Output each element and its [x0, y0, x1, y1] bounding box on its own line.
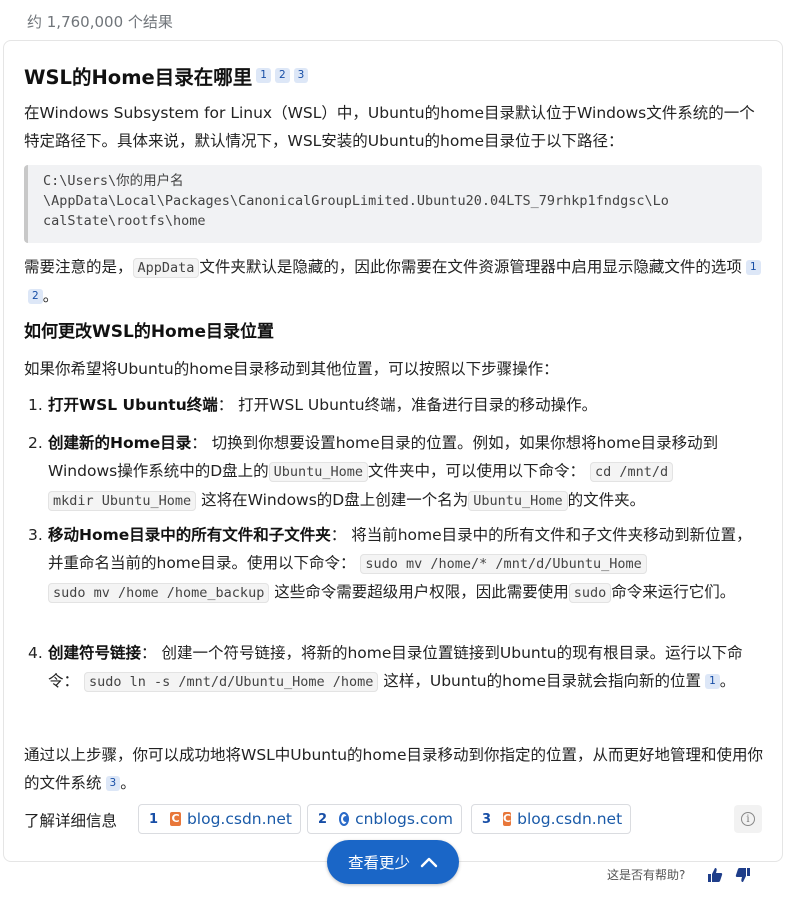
source-name: blog.csdn.net [186, 810, 292, 828]
step-title: 打开WSL Ubuntu终端 [48, 396, 218, 414]
hidden-folder-note: 需要注意的是， AppData 文件夹默认是隐藏的，因此你需要在文件资源管理器中启用… [24, 253, 769, 310]
step-text: 的文件夹。 [567, 491, 646, 509]
citation-badge[interactable]: 1 [256, 68, 271, 83]
step-text: ： 打开WSL Ubuntu终端，准备进行目录的移动操作。 [217, 396, 598, 414]
answer-title: WSL的Home目录在哪里 1 2 3 [24, 61, 309, 90]
citation-badge[interactable]: 2 [274, 68, 290, 83]
step-title: 创建新的Home目录 [48, 434, 192, 452]
csdn-favicon-icon: C [503, 812, 512, 826]
answer-title-text: WSL的Home目录在哪里 [24, 66, 253, 89]
source-number: 1 [149, 811, 159, 827]
step-item: 3. 移动Home目录中的所有文件和子文件夹： 将当前home目录中的所有文件和… [28, 521, 763, 607]
note-text: 。 [42, 287, 59, 305]
source-number: 2 [318, 811, 328, 827]
intro-paragraph: 在Windows Subsystem for Linux（WSL）中，Ubunt… [24, 104, 755, 150]
note-text: 文件夹默认是隐藏的，因此你需要在文件资源管理器中启用显示隐藏文件的选项 [199, 258, 742, 276]
step-text: 文件夹中，可以使用以下命令： [368, 462, 586, 480]
step-title: 创建符号链接 [48, 644, 142, 662]
thumbs-down-icon[interactable] [735, 867, 751, 883]
results-count: 约 1,760,000 个结果 [27, 13, 173, 31]
inline-code: AppData [132, 258, 200, 278]
step-text: 这将在Windows的D盘上创建一个名为 [201, 491, 469, 509]
show-less-label: 查看更少 [347, 854, 410, 872]
answer-card: WSL的Home目录在哪里 1 2 3 在Windows Subsystem f… [3, 40, 783, 862]
citation-badge[interactable]: 1 [705, 674, 720, 689]
inline-code: mkdir Ubuntu_Home [48, 491, 197, 511]
citation-badge[interactable]: 3 [293, 68, 309, 83]
source-link[interactable]: 1 C blog.csdn.net [138, 804, 301, 834]
step-number: 2. [28, 434, 43, 452]
info-button[interactable]: i [734, 805, 762, 833]
citation-badge[interactable]: 3 [105, 776, 121, 791]
step-text: 这样，Ubuntu的home目录就会指向新的位置 [383, 672, 702, 690]
step-item: 1. 打开WSL Ubuntu终端： 打开WSL Ubuntu终端，准备进行目录… [28, 391, 763, 419]
inline-code: sudo mv /home/* /mnt/d/Ubuntu_Home [360, 554, 647, 574]
source-name: cnblogs.com [355, 810, 453, 828]
csdn-favicon-icon: C [170, 812, 181, 826]
citation-badge[interactable]: 2 [28, 289, 43, 304]
step-text: 。 [719, 672, 736, 690]
cnblogs-favicon-icon [339, 812, 350, 826]
source-name: blog.csdn.net [517, 810, 623, 828]
step-number: 4. [28, 644, 43, 662]
inline-code: Ubuntu_Home [468, 491, 568, 511]
source-link[interactable]: 3 C blog.csdn.net [471, 804, 631, 834]
step-text: 这些命令需要超级用户权限，因此需要使用 [274, 583, 569, 601]
steps-intro: 如果你希望将Ubuntu的home目录移动到其他位置，可以按照以下步骤操作： [24, 360, 559, 378]
thumbs-up-icon[interactable] [707, 867, 723, 883]
outro-text: 。 [120, 774, 136, 792]
info-icon: i [741, 812, 755, 826]
section-title: 如何更改WSL的Home目录位置 [24, 322, 274, 342]
show-less-button[interactable]: 查看更少 [327, 840, 459, 884]
note-text: 需要注意的是， [24, 258, 133, 276]
code-line: \AppData\Local\Packages\CanonicalGroupLi… [43, 193, 669, 209]
code-line: C:\Users\你的用户名 [43, 173, 184, 189]
chevron-up-icon [420, 857, 438, 868]
source-link[interactable]: 2 cnblogs.com [307, 804, 462, 834]
path-code-block: C:\Users\你的用户名 \AppData\Local\Packages\C… [24, 165, 762, 243]
code-line: calState\rootfs\home [43, 213, 206, 229]
step-number: 3. [28, 526, 43, 544]
outro-paragraph: 通过以上步骤，你可以成功地将WSL中Ubuntu的home目录移动到你指定的位置… [24, 741, 769, 797]
inline-code: Ubuntu_Home [268, 462, 369, 482]
inline-code: sudo ln -s /mnt/d/Ubuntu_Home /home [83, 672, 379, 692]
inline-code: cd /mnt/d [590, 462, 674, 482]
feedback-prompt: 这是否有帮助? [607, 868, 686, 882]
inline-code: sudo [568, 583, 612, 603]
step-item: 2. 创建新的Home目录： 切换到你想要设置home目录的位置。例如，如果你想… [28, 429, 763, 515]
inline-code: sudo mv /home /home_backup [48, 583, 270, 603]
learn-more-label: 了解详细信息 [24, 812, 118, 830]
citation-badge[interactable]: 1 [745, 260, 761, 275]
step-item: 4. 创建符号链接： 创建一个符号链接，将新的home目录位置链接到Ubuntu… [28, 639, 763, 696]
source-number: 3 [482, 811, 492, 827]
step-number: 1. [28, 396, 43, 414]
step-text: 命令来运行它们。 [611, 583, 736, 601]
step-title: 移动Home目录中的所有文件和子文件夹 [48, 526, 331, 544]
